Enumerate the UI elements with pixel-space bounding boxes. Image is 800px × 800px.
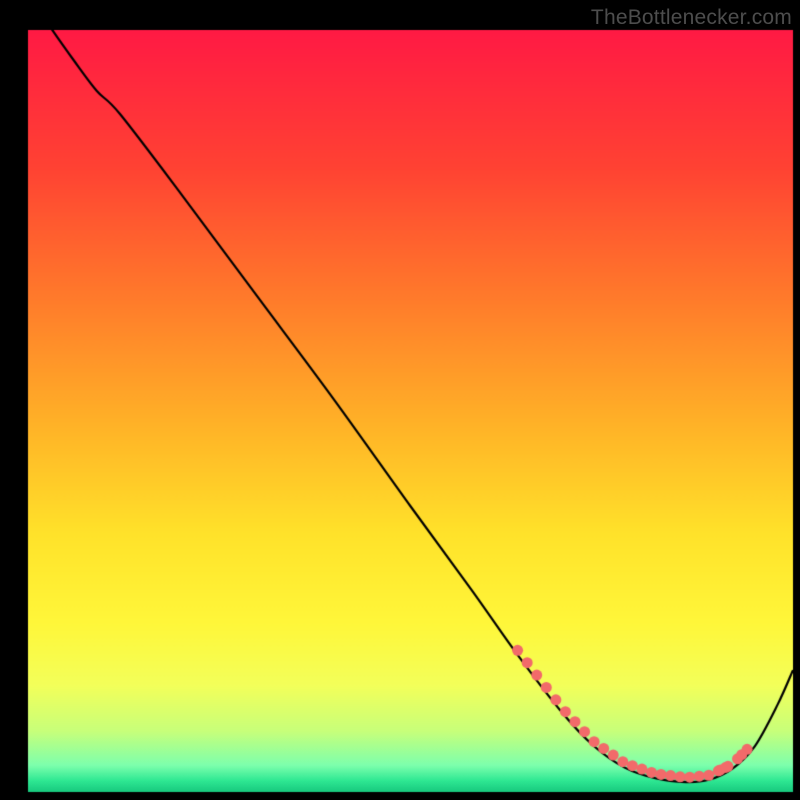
watermark-text: TheBottlenecker.com (591, 6, 792, 30)
bottleneck-chart-canvas (0, 0, 800, 800)
chart-container: TheBottlenecker.com (0, 0, 800, 800)
